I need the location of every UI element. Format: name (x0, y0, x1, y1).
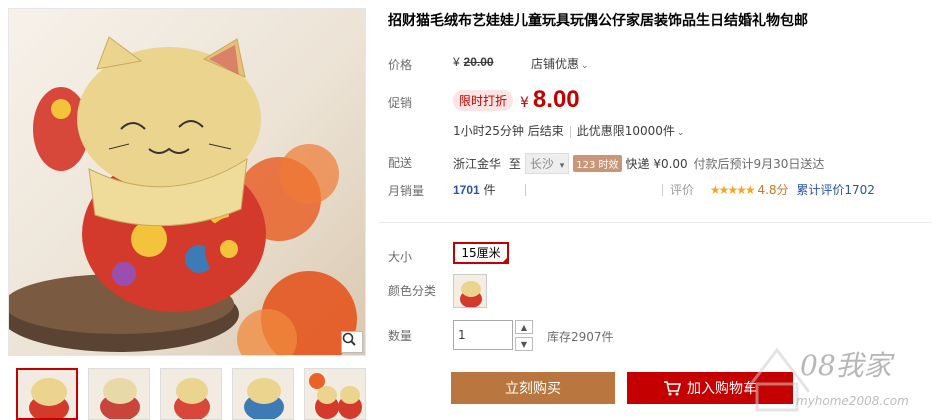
zoom-icon (342, 332, 356, 346)
thumbnail-1[interactable] (16, 368, 78, 420)
destination-select[interactable]: 长沙 ▾ (524, 153, 570, 174)
quantity-label: 数量 (388, 329, 413, 343)
thumbnail-3[interactable] (160, 368, 222, 420)
promo-detail: 1小时25分钟 后结束 此优惠限10000件 ⌄ (453, 122, 684, 139)
zoom-button[interactable] (341, 331, 363, 353)
caret-down-icon: ▾ (559, 161, 565, 171)
cart-icon (664, 381, 681, 396)
size-option-text: 15厘米 (461, 246, 501, 260)
watermark-text: 08我家 (800, 349, 892, 382)
limit-dropdown[interactable]: 此优惠限10000件 ⌄ (577, 124, 685, 138)
rating-score: 4.8分 (757, 183, 789, 197)
destination-value: 长沙 (529, 157, 554, 171)
quantity-increase-button[interactable]: ▲ (515, 320, 533, 334)
watermark-url: myhome2008.com (796, 394, 909, 408)
lucky-cat-illustration (9, 36, 357, 355)
rating-stars: ★★★★★ (709, 183, 756, 197)
size-option-15cm[interactable]: 15厘米 (453, 242, 509, 264)
rating-label: 评价 (670, 183, 695, 197)
ship-to-word: 至 (508, 157, 521, 171)
delivery-eta: 付款后预计9月30日送达 (693, 157, 825, 171)
promo-yen-symbol: ¥ (520, 95, 529, 111)
main-product-image[interactable] (8, 8, 366, 356)
size-label: 大小 (388, 250, 413, 264)
caret-down-icon: ⌄ (676, 128, 685, 138)
divider (569, 125, 571, 138)
original-price-value: 20.00 (463, 55, 494, 69)
buy-now-button[interactable]: 立刻购买 (451, 372, 615, 404)
stock-text: 库存2907件 (547, 330, 614, 344)
product-title: 招财猫毛绒布艺娃娃儿童玩具玩偶公仔家居装饰品生日结婚礼物包邮 (388, 13, 808, 29)
monthly-sales-label: 月销量 (388, 184, 425, 198)
monthly-sales: 1701 件 (453, 181, 496, 198)
shop-discount-label: 店铺优惠 (531, 57, 580, 71)
thumbnail-strip (16, 368, 366, 420)
promo-price: ¥8.00 (520, 86, 580, 114)
countdown-text: 1小时25分钟 后结束 (453, 124, 564, 138)
flash-sale-badge: 限时打折 (453, 90, 514, 111)
buy-now-label: 立刻购买 (505, 381, 561, 397)
color-option[interactable] (453, 274, 487, 308)
promo-price-value: 8.00 (532, 86, 580, 113)
sales-count: 1701 (453, 183, 480, 197)
thumbnail-2[interactable] (88, 368, 150, 420)
divider (662, 184, 663, 196)
rating: 评价 ★★★★★ 4.8分 累计评价1702 (662, 181, 875, 198)
shop-discount-dropdown[interactable]: 店铺优惠 ⌄ (531, 55, 589, 72)
shipping-info: 浙江金华 至长沙 ▾ 123 时效 快递 ¥0.00 付款后预计9月30日送达 (453, 153, 824, 174)
color-swatch-image (460, 281, 482, 307)
original-price: ¥ 20.00 (453, 55, 494, 69)
divider (525, 184, 526, 196)
quantity-input[interactable] (453, 320, 513, 350)
yen-symbol: ¥ (453, 55, 460, 69)
delivery-speed-tag: 123 时效 (573, 155, 622, 172)
shipping-label: 配送 (388, 156, 413, 170)
down-arrow-icon: ▼ (520, 339, 528, 349)
thumbnail-5[interactable] (304, 368, 366, 420)
limit-text: 此优惠限10000件 (576, 124, 675, 138)
color-label: 颜色分类 (388, 284, 437, 298)
selected-corner-icon (501, 256, 509, 264)
price-label: 价格 (388, 58, 413, 72)
section-divider (378, 222, 932, 223)
thumbnail-4[interactable] (232, 368, 294, 420)
quantity-decrease-button[interactable]: ▼ (515, 337, 533, 351)
express-fee: 快递 ¥0.00 (625, 157, 688, 171)
up-arrow-icon: ▲ (520, 322, 528, 332)
caret-down-icon: ⌄ (581, 61, 589, 71)
ship-from: 浙江金华 (453, 157, 502, 171)
promo-label: 促销 (388, 96, 413, 110)
sales-unit: 件 (483, 183, 496, 197)
reviews-link[interactable]: 累计评价1702 (796, 183, 875, 197)
